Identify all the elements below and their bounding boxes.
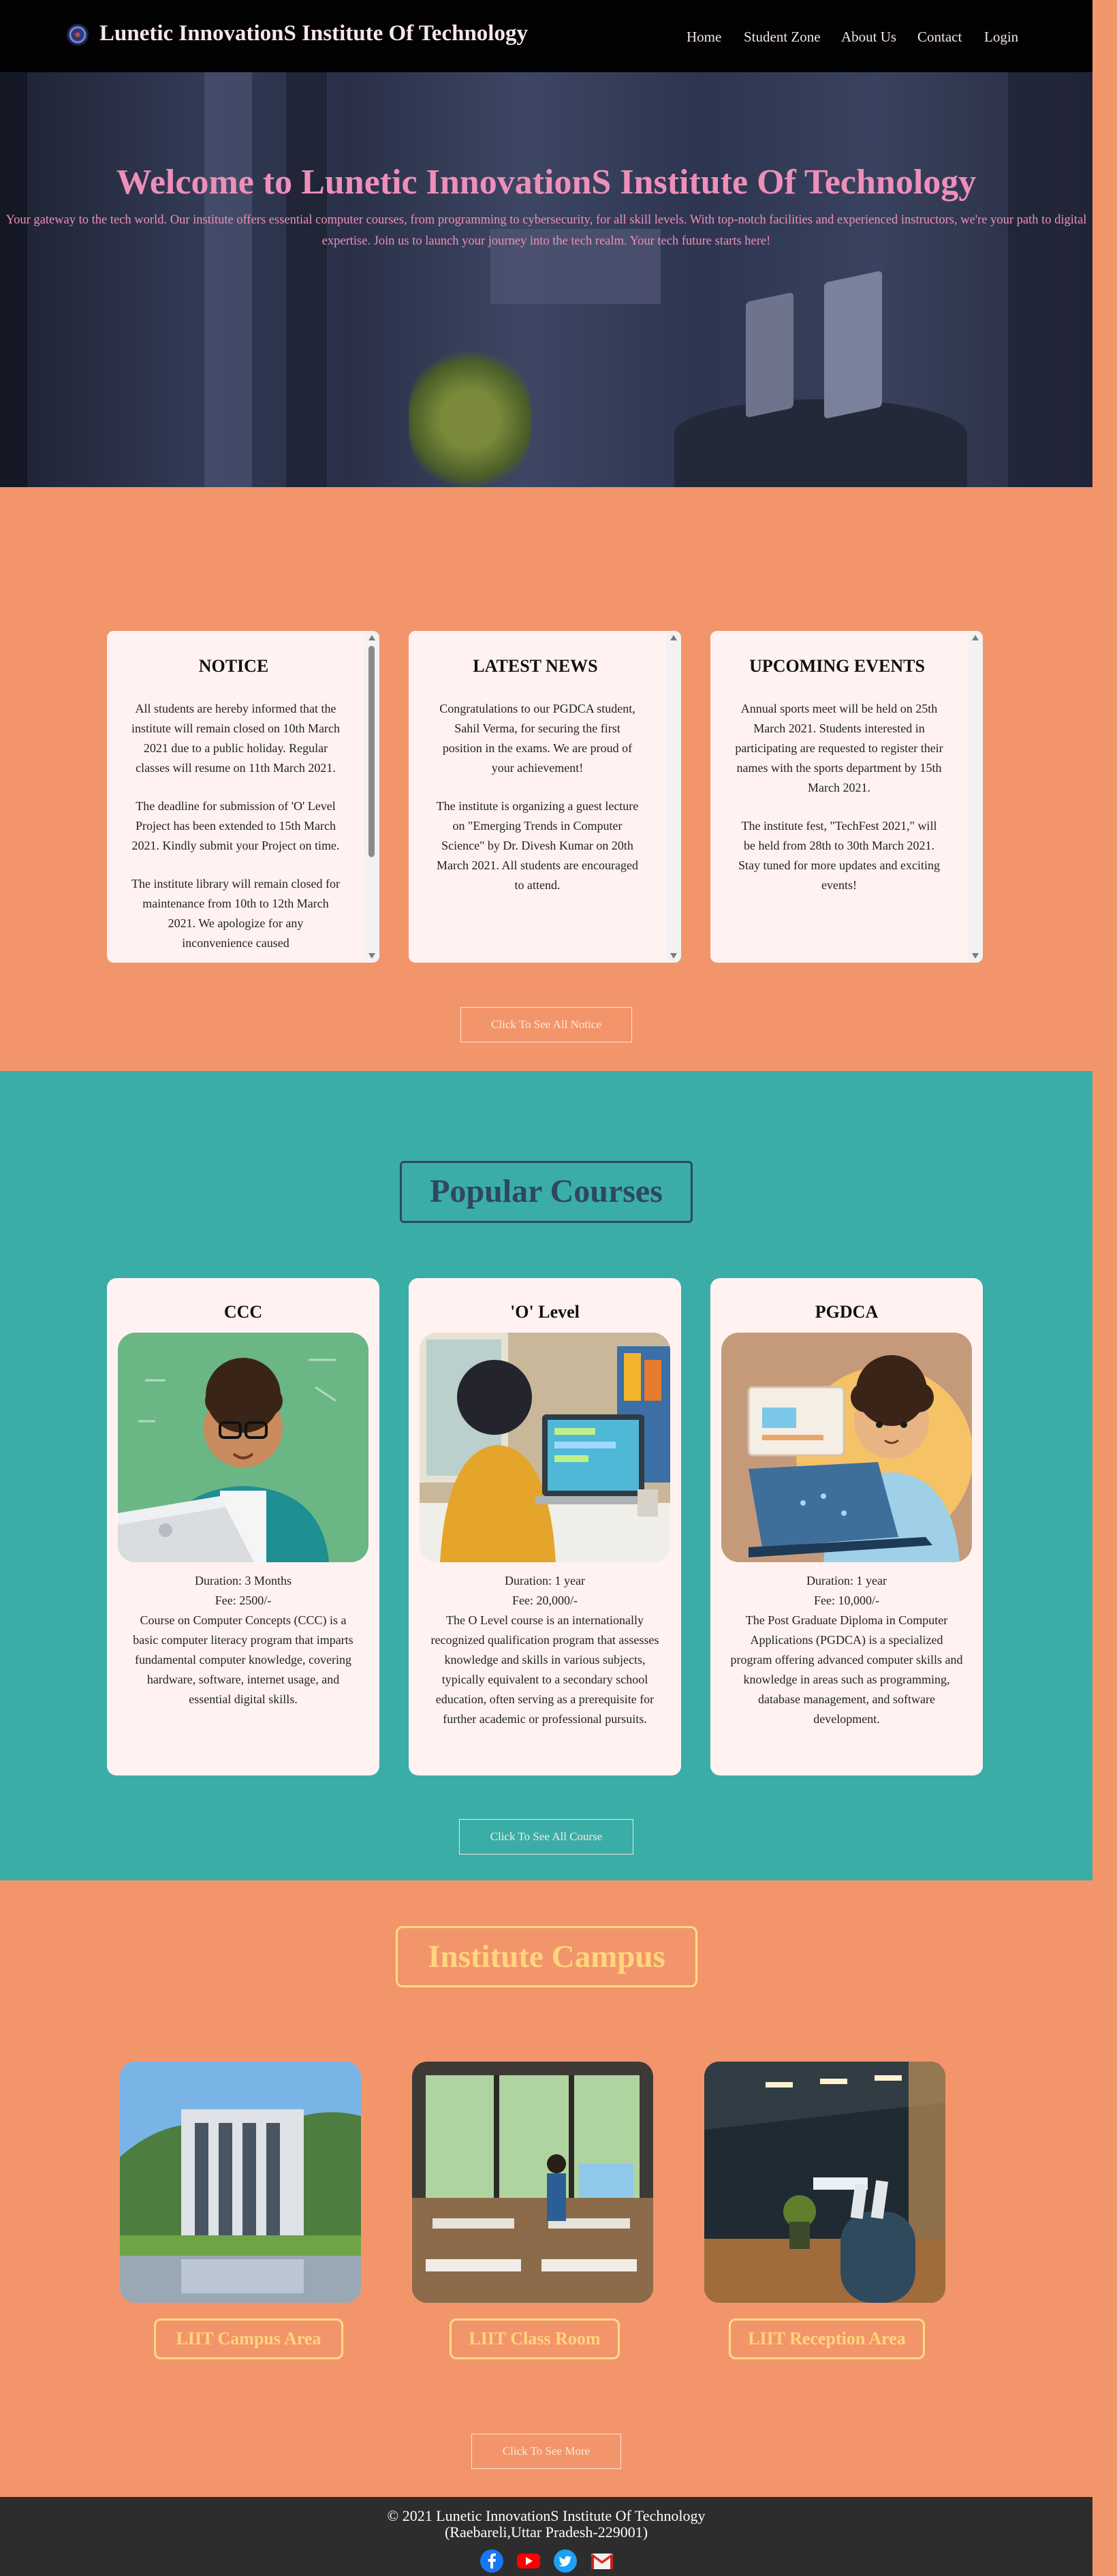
course-details: Duration: 3 Months Fee: 2500/- Course on… — [126, 1571, 360, 1709]
course-image-pgdca — [721, 1333, 972, 1562]
course-description: The O Level course is an internationally… — [430, 1613, 659, 1726]
courses-section: Popular Courses CCC Duration: 3 Months F… — [0, 1071, 1092, 1880]
campus-photo-classroom[interactable] — [412, 2062, 653, 2303]
notice-item: The institute library will remain closed… — [131, 877, 340, 950]
hero-description: Your gateway to the tech world. Our inst… — [5, 213, 1087, 248]
hero-banner: Welcome to Lunetic InnovationS Institute… — [0, 72, 1092, 487]
campus-label-area[interactable]: LIIT Campus Area — [154, 2318, 343, 2359]
hero-bg-shape — [286, 72, 327, 487]
nav-link-about-us[interactable]: About Us — [841, 29, 896, 46]
hero-bg-plant — [409, 345, 531, 487]
course-name: PGDCA — [815, 1302, 879, 1322]
brand-logo-icon[interactable] — [67, 24, 89, 46]
news-item: Congratulations to our PGDCA student, Sa… — [439, 702, 635, 775]
hero-bg-shape — [204, 72, 252, 487]
course-details: Duration: 1 year Fee: 20,000/- The O Lev… — [428, 1571, 662, 1729]
scroll-up-arrow-icon[interactable] — [368, 635, 375, 640]
notice-box[interactable]: NOTICE All students are hereby informed … — [107, 631, 379, 963]
courses-heading: Popular Courses — [400, 1161, 693, 1223]
course-image-o-level — [420, 1333, 670, 1562]
course-image-ccc — [118, 1333, 368, 1562]
campus-label-reception[interactable]: LIIT Reception Area — [729, 2318, 925, 2359]
scroll-down-arrow-icon[interactable] — [368, 953, 375, 959]
upcoming-events-body: Annual sports meet will be held on 25th … — [735, 699, 943, 914]
notice-item: The deadline for submission of 'O' Level… — [131, 799, 340, 852]
hero-bg-monitor — [824, 270, 882, 420]
course-description: Course on Computer Concepts (CCC) is a b… — [133, 1613, 353, 1706]
course-fee: Fee: 10,000/- — [814, 1594, 879, 1607]
scroll-up-arrow-icon[interactable] — [670, 635, 677, 640]
see-all-notice-button[interactable]: Click To See All Notice — [460, 1007, 632, 1042]
course-duration: Duration: 3 Months — [195, 1574, 292, 1587]
footer: © 2021 Lunetic InnovationS Institute Of … — [0, 2497, 1092, 2576]
course-name: 'O' Level — [510, 1302, 580, 1322]
youtube-icon[interactable] — [516, 2549, 541, 2573]
top-navbar: Lunetic InnovationS Institute Of Technol… — [0, 0, 1092, 72]
campus-photo-reception[interactable] — [704, 2062, 945, 2303]
scroll-down-arrow-icon[interactable] — [670, 953, 677, 959]
see-all-course-button[interactable]: Click To See All Course — [459, 1819, 633, 1855]
news-scrollbar[interactable] — [666, 631, 681, 963]
facebook-icon[interactable] — [479, 2549, 504, 2573]
nav-link-student-zone[interactable]: Student Zone — [744, 29, 821, 46]
event-item: Annual sports meet will be held on 25th … — [735, 702, 943, 794]
event-item: The institute fest, "TechFest 2021," wil… — [738, 819, 940, 892]
course-description: The Post Graduate Diploma in Computer Ap… — [730, 1613, 963, 1726]
nav-link-home[interactable]: Home — [687, 29, 721, 46]
latest-news-body: Congratulations to our PGDCA student, Sa… — [433, 699, 642, 914]
footer-address: (Raebareli,Uttar Pradesh-229001) — [444, 2524, 648, 2541]
twitter-icon[interactable] — [553, 2549, 578, 2573]
hero-bg-desk — [674, 399, 967, 487]
nav-link-login[interactable]: Login — [984, 29, 1018, 46]
hero-bg-shape — [1008, 72, 1092, 487]
hero-title: Welcome to Lunetic InnovationS Institute… — [116, 163, 977, 202]
campus-label-classroom[interactable]: LIIT Class Room — [450, 2318, 620, 2359]
notice-scrollbar[interactable] — [364, 631, 379, 963]
see-more-button[interactable]: Click To See More — [471, 2434, 621, 2469]
hero-bg-monitor — [746, 292, 793, 418]
course-card-ccc[interactable]: CCC Duration: 3 Months Fee: 2500/- Cours… — [107, 1278, 379, 1775]
latest-news-title: LATEST NEWS — [473, 656, 598, 676]
nav-link-contact[interactable]: Contact — [917, 29, 962, 46]
footer-copyright: © 2021 Lunetic InnovationS Institute Of … — [387, 2507, 706, 2524]
brand-name[interactable]: Lunetic InnovationS Institute Of Technol… — [99, 21, 528, 46]
upcoming-events-box[interactable]: UPCOMING EVENTS Annual sports meet will … — [710, 631, 983, 963]
events-scrollbar[interactable] — [968, 631, 983, 963]
course-details: Duration: 1 year Fee: 10,000/- The Post … — [729, 1571, 964, 1729]
notice-box-body: All students are hereby informed that th… — [131, 699, 340, 963]
notice-section: NOTICE All students are hereby informed … — [0, 487, 1092, 1071]
gmail-icon[interactable] — [590, 2549, 614, 2573]
scroll-thumb[interactable] — [368, 646, 375, 857]
course-duration: Duration: 1 year — [505, 1574, 585, 1587]
scroll-up-arrow-icon[interactable] — [972, 635, 979, 640]
course-card-o-level[interactable]: 'O' Level Duration: 1 year Fee: 20,000/-… — [409, 1278, 681, 1775]
campus-section: Institute Campus LIIT Campus Area LIIT C… — [0, 1880, 1092, 2497]
course-fee: Fee: 20,000/- — [512, 1594, 578, 1607]
news-item: The institute is organizing a guest lect… — [436, 799, 639, 892]
campus-heading: Institute Campus — [396, 1926, 697, 1987]
course-duration: Duration: 1 year — [806, 1574, 887, 1587]
notice-box-title: NOTICE — [198, 656, 269, 676]
latest-news-box[interactable]: LATEST NEWS Congratulations to our PGDCA… — [409, 631, 681, 963]
scroll-down-arrow-icon[interactable] — [972, 953, 979, 959]
hero-bg-shape — [0, 72, 27, 487]
course-fee: Fee: 2500/- — [215, 1594, 272, 1607]
upcoming-events-title: UPCOMING EVENTS — [749, 656, 925, 676]
campus-photo-area[interactable] — [120, 2062, 361, 2303]
course-card-pgdca[interactable]: PGDCA Duration: 1 year Fee: 10,000/- The… — [710, 1278, 983, 1775]
notice-item: All students are hereby informed that th… — [131, 702, 340, 775]
course-name: CCC — [223, 1302, 263, 1322]
